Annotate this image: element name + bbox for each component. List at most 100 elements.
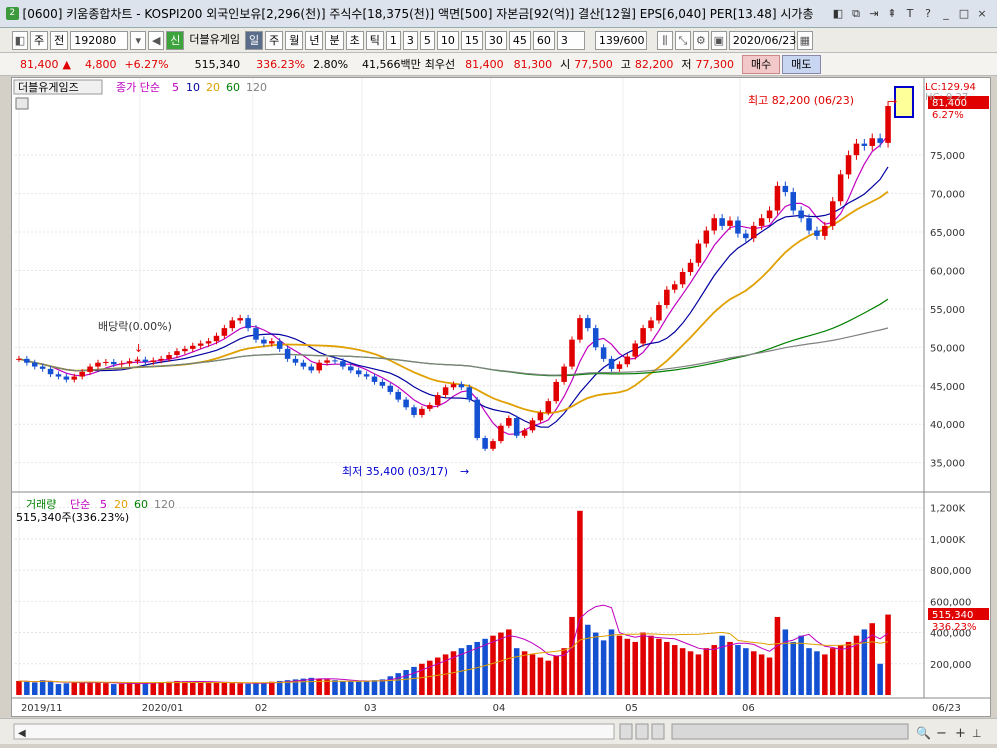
custom-interval-input[interactable]: 3: [556, 30, 585, 50]
volume-bar[interactable]: [134, 683, 141, 695]
candle-body[interactable]: [348, 366, 354, 371]
scroll-right-icon[interactable]: [635, 723, 649, 740]
candle-body[interactable]: [16, 358, 22, 360]
volume-bar[interactable]: [577, 510, 583, 695]
candle-body[interactable]: [166, 355, 172, 359]
volume-bar[interactable]: [395, 673, 401, 695]
candle-body[interactable]: [782, 185, 789, 193]
volume-bar[interactable]: [727, 641, 733, 695]
candle-body[interactable]: [845, 155, 852, 175]
candle-body[interactable]: [197, 343, 204, 346]
tab-weekly[interactable]: 주: [265, 30, 284, 50]
candle-body[interactable]: [537, 412, 544, 421]
candle-body[interactable]: [126, 361, 133, 364]
candle-body[interactable]: [671, 284, 678, 290]
volume-bar[interactable]: [711, 645, 717, 695]
volume-bar[interactable]: [411, 666, 417, 695]
volume-bar[interactable]: [513, 648, 520, 695]
volume-bar[interactable]: [766, 657, 773, 695]
volume-bar[interactable]: [229, 683, 236, 695]
volume-bar[interactable]: [379, 679, 386, 695]
candle-body[interactable]: [355, 370, 362, 375]
font-icon[interactable]: T: [903, 7, 917, 21]
candle-body[interactable]: [822, 225, 828, 236]
candle-body[interactable]: [95, 362, 101, 367]
candle-body[interactable]: [885, 105, 891, 143]
volume-bar[interactable]: [174, 680, 180, 695]
volume-bar[interactable]: [31, 682, 38, 695]
candle-body[interactable]: [182, 348, 188, 352]
candle-body[interactable]: [395, 391, 401, 400]
help-icon[interactable]: ?: [921, 7, 935, 21]
candle-body[interactable]: [727, 220, 733, 226]
maximize-icon[interactable]: □: [957, 7, 971, 21]
candle-body[interactable]: [774, 185, 781, 211]
volume-bar[interactable]: [332, 680, 338, 695]
volume-bar[interactable]: [221, 682, 228, 695]
tab-second[interactable]: 초: [345, 30, 364, 50]
scope-select[interactable]: 전: [50, 30, 69, 50]
scroll-left-icon[interactable]: ◀: [18, 728, 26, 739]
candle-body[interactable]: [363, 374, 370, 377]
candle-body[interactable]: [150, 360, 157, 362]
volume-bar[interactable]: [237, 683, 243, 695]
volume-bar[interactable]: [806, 648, 812, 695]
chart-svg[interactable]: 75,000 70,000 65,000 60,000 55,000 50,000 45,0…: [12, 78, 990, 716]
candle-body[interactable]: [55, 374, 62, 377]
speaker-icon[interactable]: ◀: [148, 30, 165, 50]
candle-body[interactable]: [87, 366, 93, 372]
volume-bar[interactable]: [269, 681, 275, 695]
save-icon[interactable]: ▣: [710, 30, 727, 50]
volume-bar[interactable]: [648, 635, 654, 695]
candle-body[interactable]: [743, 233, 749, 239]
candle-body[interactable]: [490, 441, 496, 449]
candle-body[interactable]: [371, 376, 378, 382]
candle-body[interactable]: [632, 343, 638, 357]
interval-3[interactable]: 3: [402, 30, 418, 50]
volume-bar[interactable]: [142, 682, 149, 695]
new-badge[interactable]: 신: [166, 30, 185, 50]
candle-body[interactable]: [687, 262, 694, 273]
volume-bar[interactable]: [553, 655, 559, 695]
candle-body[interactable]: [640, 328, 646, 344]
volume-bar[interactable]: [103, 683, 109, 695]
volume-bar[interactable]: [403, 670, 409, 695]
candle-body[interactable]: [498, 425, 504, 442]
candle-body[interactable]: [600, 347, 607, 359]
pin-icon[interactable]: ⇞: [885, 7, 899, 21]
candle-body[interactable]: [553, 381, 559, 402]
zoom-in-icon[interactable]: +: [955, 726, 966, 741]
volume-bar[interactable]: [687, 651, 694, 695]
volume-bar[interactable]: [600, 640, 607, 695]
candle-body[interactable]: [118, 363, 125, 365]
stock-code-input[interactable]: 192080: [70, 30, 129, 50]
candle-body[interactable]: [814, 230, 820, 236]
zoom-icon[interactable]: 🔍: [916, 725, 931, 740]
candle-body[interactable]: [190, 345, 196, 349]
candle-body[interactable]: [47, 368, 54, 375]
candle-body[interactable]: [292, 358, 299, 363]
candle-body[interactable]: [411, 407, 417, 415]
volume-bar[interactable]: [47, 681, 54, 695]
volume-bar[interactable]: [55, 684, 62, 695]
candle-body[interactable]: [513, 418, 520, 436]
volume-bar[interactable]: [110, 684, 117, 695]
candle-body[interactable]: [790, 192, 797, 211]
candle-body[interactable]: [450, 384, 457, 388]
volume-bar[interactable]: [814, 651, 820, 695]
candle-icon[interactable]: ⫼: [656, 30, 673, 50]
volume-bar[interactable]: [719, 635, 725, 695]
candle-body[interactable]: [585, 318, 591, 329]
buy-button[interactable]: 매수: [742, 54, 781, 74]
volume-bar[interactable]: [87, 681, 93, 695]
volume-bar[interactable]: [782, 629, 789, 695]
candle-body[interactable]: [442, 387, 449, 395]
candle-body[interactable]: [506, 418, 512, 426]
volume-bar[interactable]: [190, 681, 196, 695]
volume-bar[interactable]: [419, 663, 425, 695]
candle-body[interactable]: [253, 328, 259, 340]
volume-bar[interactable]: [624, 638, 631, 695]
volume-bar[interactable]: [529, 654, 536, 695]
candle-body[interactable]: [750, 225, 757, 239]
candle-body[interactable]: [213, 335, 220, 342]
